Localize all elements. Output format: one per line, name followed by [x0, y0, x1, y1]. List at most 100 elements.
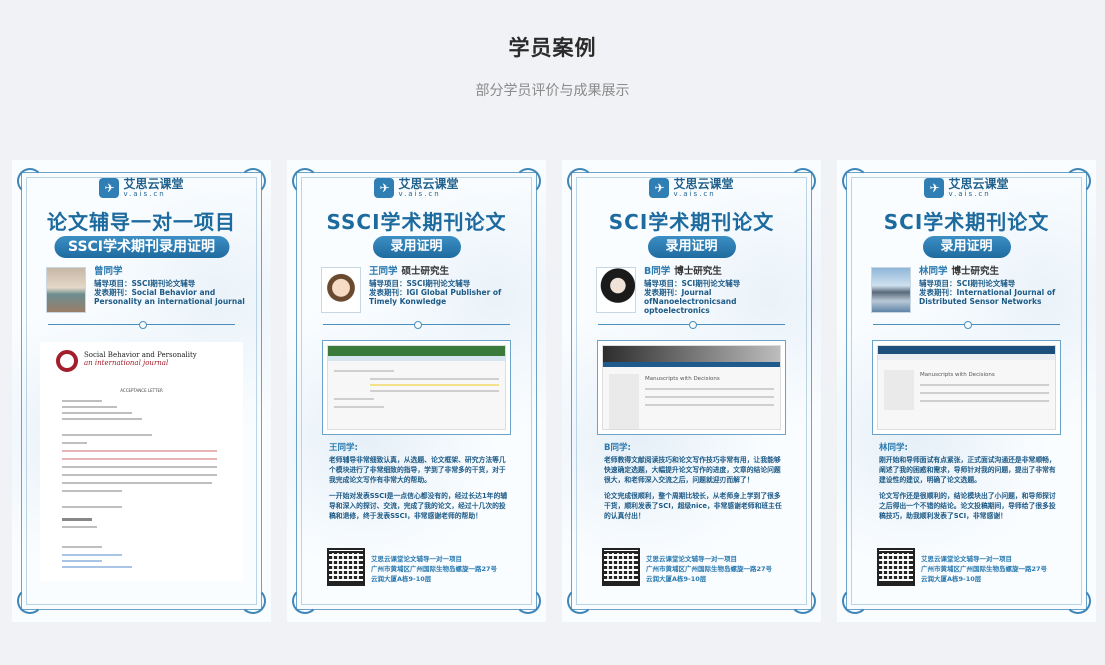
- avatar: [871, 267, 911, 313]
- letter-text-line: [62, 418, 142, 420]
- screenshot-header: [603, 346, 780, 362]
- screenshot-sidebar: [884, 370, 914, 410]
- ornament-icon: [17, 588, 43, 614]
- screenshot-header: [878, 346, 1055, 354]
- footer-building: 云润大厦A栋9-10层: [646, 575, 707, 583]
- screenshot-row: [370, 384, 499, 386]
- screenshot-header: [328, 346, 505, 356]
- project-line: 辅导项目：SCI期刊论文辅导: [644, 279, 741, 288]
- student-info: 曾同学 辅导项目：SSCI期刊论文辅导 发表期刊：Social Behavior…: [46, 267, 249, 315]
- card-badge: 录用证明: [922, 236, 1011, 258]
- card-badge: SSCI学术期刊录用证明: [53, 236, 230, 258]
- letter-text-line: [62, 458, 217, 460]
- case-card-2[interactable]: ✈ 艾思云课堂 v.ais.cn SSCI学术期刊论文 录用证明 王同学 硕士研究…: [287, 160, 546, 622]
- letter-text-line: [62, 400, 102, 402]
- letter-text-line: [62, 406, 117, 408]
- screenshot-row: [334, 406, 384, 408]
- journal-logo-icon: [56, 350, 78, 372]
- journal-line: 发表期刊：Journal ofNanoelectronicsand optoel…: [644, 288, 737, 315]
- card-footer: 艾思云课堂论文辅导一对一项目 广州市黄埔区广州国际生物岛螺旋一路27号 云润大厦…: [327, 548, 516, 592]
- card-footer: 艾思云课堂论文辅导一对一项目 广州市黄埔区广州国际生物岛螺旋一路27号 云润大厦…: [877, 548, 1066, 592]
- case-card-4[interactable]: ✈ 艾思云课堂 v.ais.cn SCI学术期刊论文 录用证明 林同学 博士研究生…: [837, 160, 1096, 622]
- student-name: B同学: [644, 266, 671, 277]
- student-review: B同学: 老师教得文献阅读技巧和论文写作技巧非常有用，让我能够快速确定选题，大幅…: [604, 443, 787, 527]
- footer-address: 广州市黄埔区广州国际生物岛螺旋一路27号: [921, 565, 1048, 573]
- letter-text-line: [62, 554, 122, 556]
- review-paragraph: 一开始对发表SSCI是一点信心都没有的，经过长达1年的辅导和深入的探讨、交流，完…: [329, 492, 508, 520]
- section-title: 学员案例: [508, 36, 597, 60]
- screenshot-row: [645, 404, 774, 406]
- letter-text-line: [62, 450, 217, 452]
- letter-text-line: [62, 482, 212, 484]
- ornament-icon: [240, 588, 266, 614]
- screenshot-nav: [603, 362, 780, 367]
- screenshot-row: [334, 370, 394, 372]
- qr-code[interactable]: [877, 548, 915, 586]
- brand-name: 艾思云课堂: [948, 176, 1009, 191]
- screenshot-row: [645, 388, 774, 390]
- brand-logo: ✈ 艾思云课堂 v.ais.cn: [287, 177, 546, 199]
- journal-line: 发表期刊：Social Behavior and Personality an …: [94, 288, 245, 306]
- bird-icon: ✈: [649, 178, 670, 198]
- screenshot-title: Manuscripts with Decisions: [645, 376, 720, 382]
- letter-text-line: [62, 506, 122, 508]
- review-paragraph: 刚开始和导师面试有点紧张，正式面试沟通还是非常顺畅，阐述了我的困惑和需求，导师针…: [879, 456, 1056, 484]
- student-name: 林同学: [919, 266, 948, 277]
- ornament-icon: [567, 588, 593, 614]
- student-degree: 博士研究生: [674, 266, 722, 277]
- ornament-icon: [790, 588, 816, 614]
- letter-text-line: [62, 466, 217, 468]
- student-name: 曾同学: [94, 266, 123, 277]
- brand-logo: ✈ 艾思云课堂 v.ais.cn: [562, 177, 821, 199]
- review-name: 林同学:: [879, 443, 908, 453]
- journal-name: Social Behavior and Personality: [84, 351, 197, 359]
- ornament-icon: [292, 588, 318, 614]
- letter-text-line: [62, 442, 87, 444]
- student-degree: 博士研究生: [951, 266, 1000, 277]
- case-cards: ✈ 艾思云课堂 v.ais.cn 论文辅导一对一项目 SSCI学术期刊录用证明 …: [12, 160, 1097, 622]
- journal-subtitle: an international journal: [84, 359, 169, 367]
- card-footer: 艾思云课堂论文辅导一对一项目 广州市黄埔区广州国际生物岛螺旋一路27号 云润大厦…: [602, 548, 791, 592]
- footer-address: 广州市黄埔区广州国际生物岛螺旋一路27号: [646, 565, 773, 573]
- review-paragraph: 老师辅导非常细致认真，从选题、论文框架、研究方法等几个模块进行了非常细致的指导，…: [329, 456, 506, 484]
- brand-url: v.ais.cn: [398, 189, 441, 198]
- card-badge: 录用证明: [647, 236, 736, 258]
- divider: [48, 321, 235, 329]
- ornament-icon: [515, 588, 541, 614]
- letter-text-line: [62, 546, 102, 548]
- review-name: 王同学:: [329, 443, 358, 453]
- ornament-icon: [1065, 588, 1091, 614]
- case-card-1[interactable]: ✈ 艾思云课堂 v.ais.cn 论文辅导一对一项目 SSCI学术期刊录用证明 …: [12, 160, 271, 622]
- section-subtitle: 部分学员评价与成果展示: [475, 83, 630, 99]
- card-title: 论文辅导一对一项目: [47, 210, 236, 234]
- avatar: [321, 267, 361, 313]
- case-card-3[interactable]: ✈ 艾思云课堂 v.ais.cn SCI学术期刊论文 录用证明 B同学 博士研究生…: [562, 160, 821, 622]
- qr-code[interactable]: [602, 548, 640, 586]
- bird-icon: ✈: [99, 178, 120, 198]
- footer-building: 云润大厦A栋9-10层: [371, 575, 432, 583]
- submission-screenshot: Manuscripts with Decisions: [872, 340, 1061, 435]
- brand-logo: ✈ 艾思云课堂 v.ais.cn: [837, 177, 1096, 199]
- footer-project: 艾思云课堂论文辅导一对一项目: [921, 555, 1012, 563]
- student-name: 王同学: [369, 266, 398, 277]
- card-badge: 录用证明: [372, 236, 461, 258]
- divider: [598, 321, 785, 329]
- screenshot-row: [370, 378, 499, 380]
- student-info: 王同学 硕士研究生 辅导项目：SSCI期刊论文辅导 发表期刊：IGI Global…: [321, 267, 524, 315]
- brand-name: 艾思云课堂: [673, 176, 734, 191]
- qr-code[interactable]: [327, 548, 365, 586]
- brand-url: v.ais.cn: [948, 189, 991, 198]
- screenshot-nav: [328, 356, 505, 361]
- brand-url: v.ais.cn: [123, 189, 166, 198]
- bird-icon: ✈: [924, 178, 945, 198]
- screenshot-row: [370, 390, 499, 392]
- student-degree: 硕士研究生: [401, 266, 450, 277]
- letter-text-line: [62, 412, 132, 414]
- letter-text-line: [62, 434, 152, 436]
- ornament-icon: [842, 588, 868, 614]
- letter-text-line: [62, 526, 97, 528]
- card-title: SCI学术期刊论文: [608, 210, 775, 234]
- screenshot-row: [645, 396, 774, 398]
- letter-text-line: [62, 560, 102, 562]
- review-name: B同学:: [604, 443, 631, 453]
